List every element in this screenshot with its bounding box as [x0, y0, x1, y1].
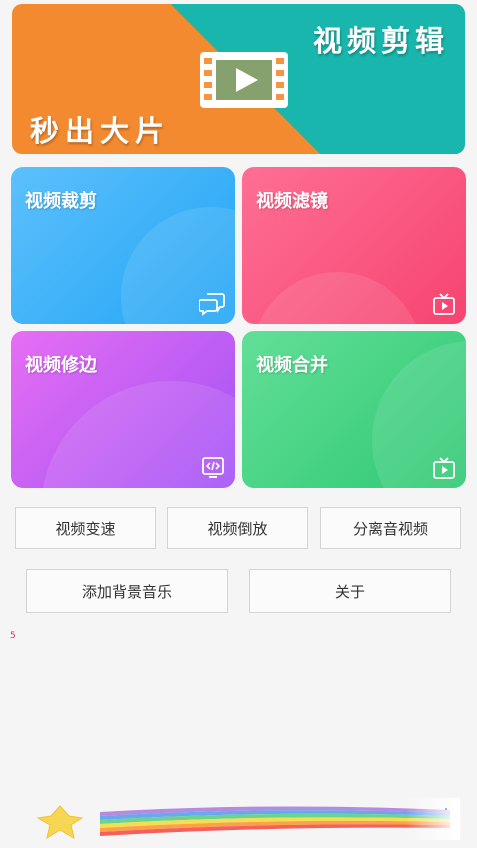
- card-label: 视频修边: [25, 355, 97, 376]
- banner-slogan: 秒出大片: [30, 114, 171, 148]
- card-label: 视频裁剪: [25, 191, 97, 212]
- separate-audio-video-button[interactable]: 分离音视频: [320, 507, 461, 549]
- card-video-filter[interactable]: 视频滤镜: [242, 167, 466, 324]
- video-speed-button[interactable]: 视频变速: [15, 507, 156, 549]
- add-background-music-button[interactable]: 添加背景音乐: [26, 569, 228, 613]
- code-monitor-icon: [202, 457, 224, 478]
- video-reverse-button[interactable]: 视频倒放: [167, 507, 308, 549]
- small-number-label: 5: [10, 631, 16, 641]
- tv-play-icon: [433, 293, 455, 315]
- about-button[interactable]: 关于: [249, 569, 451, 613]
- rainbow-star-icon: [36, 798, 460, 840]
- card-label: 视频合并: [256, 355, 328, 376]
- banner: 视频剪辑 秒出大片: [12, 4, 465, 154]
- card-video-trim[interactable]: 视频修边: [11, 331, 235, 488]
- chat-bubbles-icon: [199, 293, 225, 316]
- banner-title: 视频剪辑: [312, 24, 449, 58]
- tv-play-icon: [433, 457, 455, 479]
- card-decoration: [252, 272, 422, 324]
- card-video-merge[interactable]: 视频合并: [242, 331, 466, 488]
- card-label: 视频滤镜: [256, 191, 328, 212]
- card-video-crop[interactable]: 视频裁剪: [11, 167, 235, 324]
- film-icon: [200, 52, 288, 108]
